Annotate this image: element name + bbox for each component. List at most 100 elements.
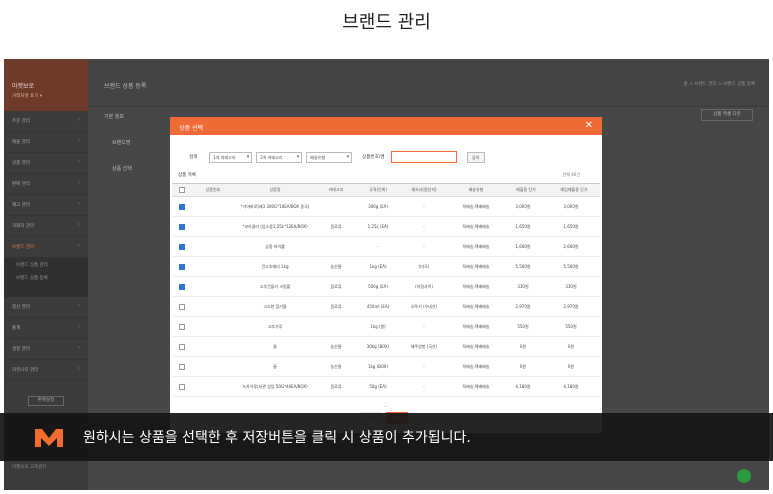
sidebar-brand[interactable]: 마켓보로 거래처명 표기 ▾ <box>4 59 88 111</box>
sidebar-item-products[interactable]: 상품 관리 <box>4 153 88 174</box>
sidebar-item-settlement[interactable]: 정산 관리 <box>4 297 88 318</box>
cell-spec: 1.25L (EA) <box>356 216 400 237</box>
filter-label: 검색 <box>189 155 198 160</box>
checkbox-checked[interactable] <box>179 283 185 290</box>
cell-maker: (미국) <box>400 256 448 277</box>
checkbox-checked[interactable] <box>179 263 185 270</box>
sidebar-footer: 마켓보로 고객센터 <box>12 465 47 470</box>
cell-category <box>316 236 356 257</box>
sidebar-subitem-brand-products[interactable]: 브랜드 상품 관리 <box>4 258 88 271</box>
cell-name: 꿀 <box>234 356 316 377</box>
sidebar-item-stock[interactable]: 재고 관리 <box>4 195 88 216</box>
cell-price-sale: 0원 <box>504 356 548 377</box>
row-checkbox[interactable] <box>172 316 192 337</box>
row-checkbox[interactable] <box>172 256 192 277</box>
checkbox-unchecked[interactable] <box>179 323 185 330</box>
sidebar-subitem-brand-register[interactable]: 브랜드 상품 등록 <box>4 271 88 284</box>
cell-price-buy: 4,180원 <box>548 376 600 397</box>
cell-maker: - <box>400 316 448 337</box>
cell-spec: 450ml (EA) <box>356 296 400 317</box>
cell-shipping: 직배송,택배배송 <box>448 216 504 237</box>
cell-category: 농산물 <box>316 356 356 377</box>
sidebar-item-brand[interactable]: 브랜드 관리 <box>4 237 88 258</box>
sidebar-item-stats[interactable]: 통계 <box>4 318 88 339</box>
table-row[interactable]: 고소한 참기름 음료류 450ml (EA) 오뚜기 (우네산) 직배송,택배배송 2,9… <box>172 296 600 317</box>
product-search-input[interactable] <box>390 151 457 163</box>
checkbox-checked[interactable] <box>179 243 185 250</box>
row-checkbox[interactable] <box>172 236 192 257</box>
cell-code <box>192 336 234 357</box>
caption-text: 원하시는 상품을 선택한 후 저장버튼을 클릭 시 상품이 추가됩니다. <box>83 430 471 446</box>
search-button[interactable]: 검색 <box>466 151 485 163</box>
caption-bar: 원하시는 상품을 선택한 후 저장버튼을 클릭 시 상품이 추가됩니다. <box>0 413 773 461</box>
table-header-row: 상품번호 상품명 카테고리 규격(단위) 제조사(원산지) 배송유형 매출용 단… <box>172 183 600 197</box>
cell-name: 건고추메리 1kg <box>234 256 316 277</box>
cell-code <box>192 216 234 237</box>
row-checkbox[interactable] <box>172 356 192 377</box>
field-brand-label: 브랜드명 <box>112 140 131 146</box>
table-row[interactable]: 꿀 농산물 30kg (BOX) 제주양봉 (국산) 직배송,택배배송 0원 0원 <box>172 336 600 357</box>
cell-name: *코카콜라 (업소용1.25L*12EA/BOX) <box>234 216 316 237</box>
list-count: 전체 40건 <box>562 172 580 177</box>
select-all-checkbox[interactable] <box>172 183 192 197</box>
col-category: 카테고리 <box>316 183 356 197</box>
table-row[interactable]: 고추가루 1kg (봉) - 직배송,택배배송 550원 550원 <box>172 316 600 337</box>
cell-price-buy: 0원 <box>548 336 600 357</box>
cell-code <box>192 236 234 257</box>
table-row[interactable]: 건고추메리 1kg 농산물 1kg (EA) (미국) 직배송,택배배송 5,500원 5,… <box>172 256 600 277</box>
product-search-label: 상품번호/명 <box>362 155 385 160</box>
sidebar-brand-sub: 거래처명 표기 ▾ <box>12 94 42 99</box>
table-row[interactable]: 꿀 농산물 1kg (BOX) - 직배송,택배배송 0원 0원 <box>172 356 600 377</box>
table-row[interactable]: *가야바로(제3 300G*10EA/BOX 중국) 300g (EA) - 직배송,… <box>172 196 600 217</box>
cell-category: 음료류 <box>316 296 356 317</box>
sidebar-item-clients[interactable]: 거래처 관리 <box>4 216 88 237</box>
product-table: 상품번호 상품명 카테고리 규격(단위) 제조사(원산지) 배송유형 매출용 단… <box>172 183 600 397</box>
modal-header: 상품 선택 ✕ <box>170 117 602 135</box>
cell-code <box>192 196 234 217</box>
table-row[interactable]: 녹차가루(지관 상입 50G*40EA/BOX) 음료류 50g (EA) - 직배송,… <box>172 376 600 397</box>
table-row[interactable]: 삼중 파이롤 - - 직배송,택배배송 1,600원 2,600원 <box>172 236 600 257</box>
close-icon[interactable]: ✕ <box>585 120 593 131</box>
checkbox-unchecked[interactable] <box>179 363 185 370</box>
col-price-sale: 매출용 단가 <box>504 183 548 197</box>
sidebar-button[interactable]: 판매설정 <box>28 396 64 406</box>
search-filter: 검색 1차 카테고리 2차 카테고리 배송유형 상품번호/명 검색 <box>189 151 485 163</box>
row-checkbox[interactable] <box>172 376 192 397</box>
checkbox-checked[interactable] <box>179 203 185 210</box>
chat-icon[interactable] <box>737 469 751 483</box>
checkbox-unchecked[interactable] <box>179 343 185 350</box>
sidebar-item-settings[interactable]: 설정 관리 <box>4 339 88 360</box>
section-label: 기본 정보 <box>104 114 124 120</box>
cell-spec: 1kg (EA) <box>356 256 400 277</box>
sidebar-item-community[interactable]: 커뮤니티 관리 <box>4 360 88 381</box>
row-checkbox[interactable] <box>172 216 192 237</box>
sidebar-item-selling[interactable]: 판매 관리 <box>4 174 88 195</box>
sidebar-item-sales[interactable]: 매출 관리 <box>4 132 88 153</box>
sidebar-item-orders[interactable]: 주문 관리 <box>4 111 88 132</box>
cell-code <box>192 376 234 397</box>
field-product-label: 상품 선택 <box>112 166 132 172</box>
row-checkbox[interactable] <box>172 276 192 297</box>
category2-select[interactable]: 2차 카테고리 <box>256 151 303 163</box>
checkbox-unchecked[interactable] <box>179 383 185 390</box>
cell-shipping: 직배송,택배배송 <box>448 376 504 397</box>
table-row[interactable]: *코카콜라 (업소용1.25L*12EA/BOX) 음료류 1.25L (EA) - 직… <box>172 216 600 237</box>
checkbox-unchecked[interactable] <box>179 303 185 310</box>
col-spec: 규격(단위) <box>356 183 400 197</box>
checkbox-checked[interactable] <box>179 223 185 230</box>
cell-shipping: 직배송,택배배송 <box>448 256 504 277</box>
col-code: 상품번호 <box>192 183 234 197</box>
row-checkbox[interactable] <box>172 336 192 357</box>
sidebar-brand-title: 마켓보로 <box>12 83 35 90</box>
cell-name: 고추건플라 크림볼 <box>234 276 316 297</box>
row-checkbox[interactable] <box>172 296 192 317</box>
cell-price-sale: 3,000원 <box>504 196 548 217</box>
category1-select[interactable]: 1차 카테고리 <box>209 151 253 163</box>
table-row[interactable]: 고추건플라 크림볼 음료류 500g (EA) (미림사이) 직배송,택배배송 330원 3… <box>172 276 600 297</box>
shipping-type-select[interactable]: 배송유형 <box>306 151 353 163</box>
cell-spec: 500g (EA) <box>356 276 400 297</box>
list-title: 상품 목록 <box>178 173 196 178</box>
cell-maker: - <box>400 236 448 257</box>
row-checkbox[interactable] <box>172 196 192 217</box>
excel-download-button[interactable]: 상품 엑셀 다운 <box>701 109 753 121</box>
